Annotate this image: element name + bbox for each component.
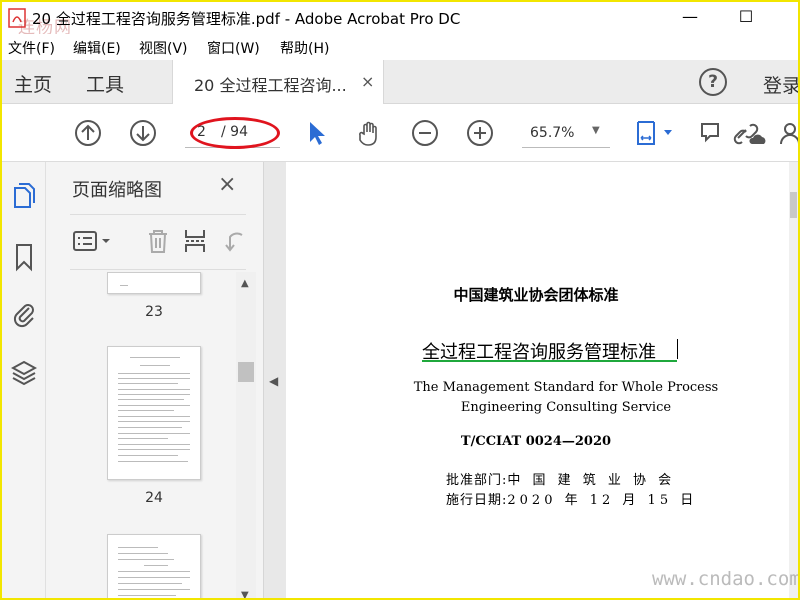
tab-document-label: 20 全过程工程咨询... [194, 76, 347, 95]
thumbnail-scrollbar[interactable]: ▲ ▼ [236, 272, 256, 598]
document-org-title: 中国建筑业协会团体标准 [453, 286, 619, 304]
help-icon[interactable]: ? [699, 68, 727, 96]
layers-icon[interactable] [11, 358, 37, 388]
tab-home[interactable]: 主页 [14, 70, 52, 97]
document-approval: 批准部门:中 国 建 筑 业 协 会 [446, 469, 675, 488]
toolbar: 2 / 94 65.7% ▼ [2, 104, 798, 162]
document-title-en-line1: The Management Standard for Whole Proces… [413, 380, 719, 395]
menu-edit[interactable]: 编辑(E) [73, 38, 121, 58]
page-thumbnails-icon[interactable] [11, 182, 37, 212]
thumbnail-page[interactable] [107, 272, 201, 294]
panel-close-icon[interactable]: × [218, 172, 236, 197]
zoom-in-icon[interactable] [465, 118, 495, 148]
zoom-out-icon[interactable] [410, 118, 440, 148]
thumbnails-panel: 页面缩略图 × 23 24 ▲ ▼ [46, 162, 264, 598]
panel-collapse-strip[interactable]: ◀ [264, 162, 286, 598]
zoom-select[interactable]: 65.7% ▼ [522, 122, 610, 148]
tab-bar: 主页 工具 20 全过程工程咨询... × ? 登录 [2, 60, 798, 104]
document-scrollbar[interactable] [789, 162, 798, 598]
annotation-oval [190, 117, 280, 149]
menu-bar: 文件(F) 编辑(E) 视图(V) 窗口(W) 帮助(H) [2, 34, 798, 60]
thumbnail-page-number: 24 [145, 490, 163, 506]
bookmark-icon[interactable] [11, 242, 37, 272]
hand-tool-icon[interactable] [355, 118, 385, 148]
insert-page-icon[interactable] [182, 227, 210, 255]
menu-file[interactable]: 文件(F) [8, 38, 55, 58]
approval-value: 中 国 建 筑 业 协 会 [507, 473, 676, 488]
window-title: 20 全过程工程咨询服务管理标准.pdf - Adobe Acrobat Pro… [32, 10, 461, 28]
scroll-up-icon[interactable]: ▲ [241, 278, 249, 289]
document-view[interactable]: 中国建筑业协会团体标准 全过程工程咨询服务管理标准 The Management… [286, 162, 798, 598]
user-share-icon[interactable] [778, 118, 798, 148]
next-page-icon[interactable] [128, 118, 158, 148]
tab-close-icon[interactable]: × [361, 72, 374, 91]
effective-label: 施行日期: [446, 493, 508, 508]
title-bar: 连杨网 20 全过程工程咨询服务管理标准.pdf - Adobe Acrobat… [2, 2, 798, 38]
select-cursor-icon[interactable] [302, 118, 332, 148]
thumbnail-page[interactable] [107, 346, 201, 480]
rotate-page-icon[interactable] [222, 227, 246, 255]
maximize-button[interactable]: ☐ [733, 6, 759, 28]
navigation-rail [2, 162, 46, 598]
text-underline [422, 360, 677, 362]
comment-icon[interactable] [696, 118, 726, 148]
thumbnail-options-icon[interactable] [72, 227, 112, 255]
acrobat-logo-icon [8, 8, 26, 28]
tab-tools[interactable]: 工具 [86, 70, 124, 97]
page-fit-icon[interactable] [634, 118, 680, 148]
app-window: 连杨网 20 全过程工程咨询服务管理标准.pdf - Adobe Acrobat… [0, 0, 800, 600]
panel-title: 页面缩略图 [72, 180, 162, 201]
document-scrollbar-thumb[interactable] [790, 192, 797, 218]
thumbnail-page-number: 23 [145, 304, 163, 320]
minimize-button[interactable]: — [677, 6, 703, 28]
zoom-value: 65.7% [530, 125, 575, 141]
document-title-en-line2: Engineering Consulting Service [460, 400, 672, 415]
panel-toolbar [70, 214, 246, 270]
delete-page-icon[interactable] [144, 227, 172, 255]
previous-page-icon[interactable] [73, 118, 103, 148]
menu-view[interactable]: 视图(V) [139, 38, 188, 58]
effective-value: 2020 年 12 月 15 日 [507, 493, 698, 508]
share-link-icon[interactable] [732, 118, 766, 148]
scrollbar-thumb[interactable] [238, 362, 254, 382]
approval-label: 批准部门: [446, 473, 508, 488]
thumbnail-page[interactable] [107, 534, 201, 598]
tab-document[interactable]: 20 全过程工程咨询... × [172, 60, 384, 104]
attachment-icon[interactable] [11, 298, 37, 328]
collapse-arrow-icon[interactable]: ◀ [269, 374, 278, 388]
login-button[interactable]: 登录 [763, 71, 798, 98]
menu-window[interactable]: 窗口(W) [207, 38, 260, 58]
site-watermark: www.cndao.com [652, 568, 800, 590]
chevron-down-icon: ▼ [592, 125, 600, 136]
document-standard-code: T/CCIAT 0024—2020 [460, 434, 612, 449]
document-effective-date: 施行日期:2020 年 12 月 15 日 [446, 489, 697, 508]
menu-help[interactable]: 帮助(H) [280, 38, 329, 58]
text-cursor [677, 339, 678, 359]
thumbnail-list: 23 24 [46, 272, 236, 598]
scroll-down-icon[interactable]: ▼ [241, 590, 249, 598]
